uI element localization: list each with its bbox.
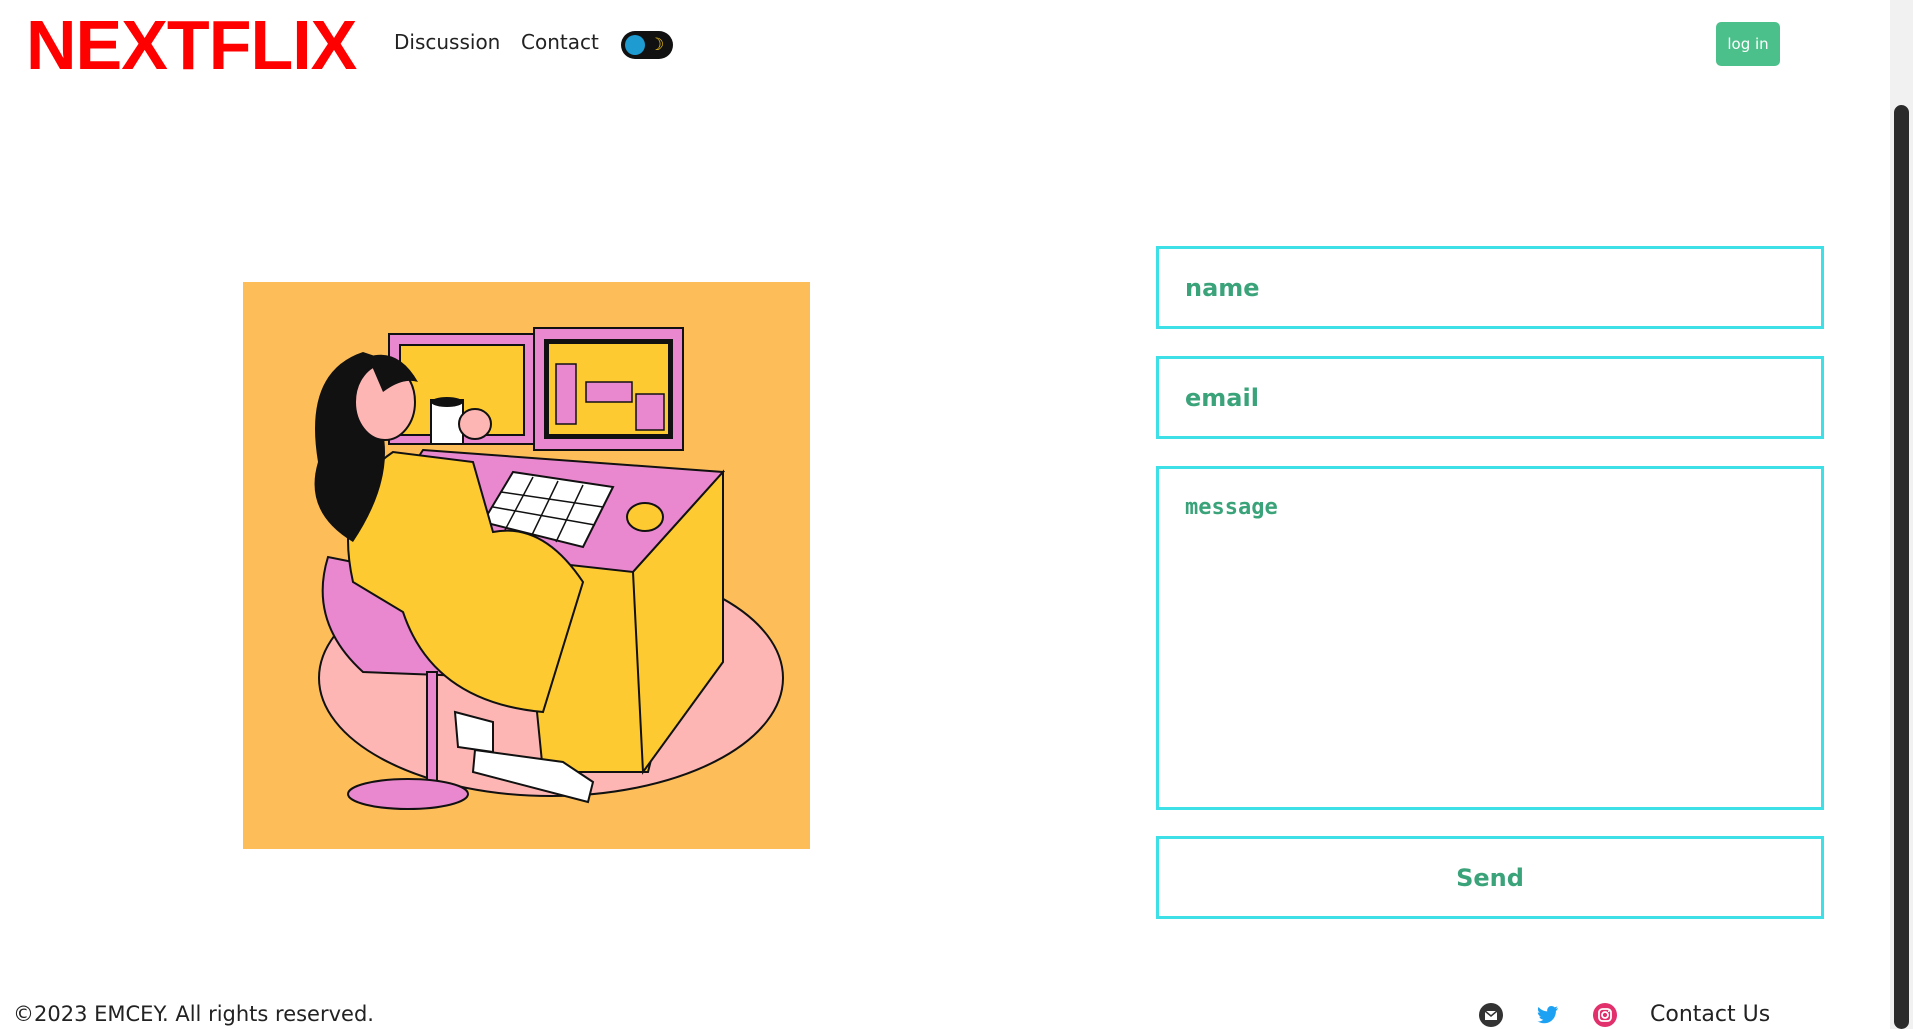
nav-link-discussion[interactable]: Discussion xyxy=(394,30,500,54)
message-textarea[interactable] xyxy=(1156,466,1824,810)
theme-toggle[interactable]: ☽ xyxy=(621,31,673,59)
login-button[interactable]: log in xyxy=(1716,22,1780,66)
top-navbar: NEXTFLIX Discussion Contact ☽ log in xyxy=(0,0,1890,90)
scrollbar-thumb[interactable] xyxy=(1894,105,1909,1029)
name-input[interactable] xyxy=(1156,246,1824,329)
send-button[interactable]: Send xyxy=(1156,836,1824,919)
contact-us-link[interactable]: Contact Us xyxy=(1650,1002,1770,1027)
nav-link-contact[interactable]: Contact xyxy=(521,30,599,54)
footer: ©2023 EMCEY. All rights reserved. Contac… xyxy=(0,990,1890,1029)
copyright-text: ©2023 EMCEY. All rights reserved. xyxy=(13,1002,374,1026)
site-logo[interactable]: NEXTFLIX xyxy=(26,6,357,84)
email-input[interactable] xyxy=(1156,356,1824,439)
workspace-illustration xyxy=(243,282,810,849)
moon-icon: ☽ xyxy=(649,35,665,54)
mail-icon[interactable] xyxy=(1478,1002,1504,1028)
toggle-knob xyxy=(625,35,645,55)
page-scrollbar[interactable] xyxy=(1890,0,1913,1029)
instagram-icon[interactable] xyxy=(1592,1002,1618,1028)
twitter-icon[interactable] xyxy=(1535,1002,1561,1028)
